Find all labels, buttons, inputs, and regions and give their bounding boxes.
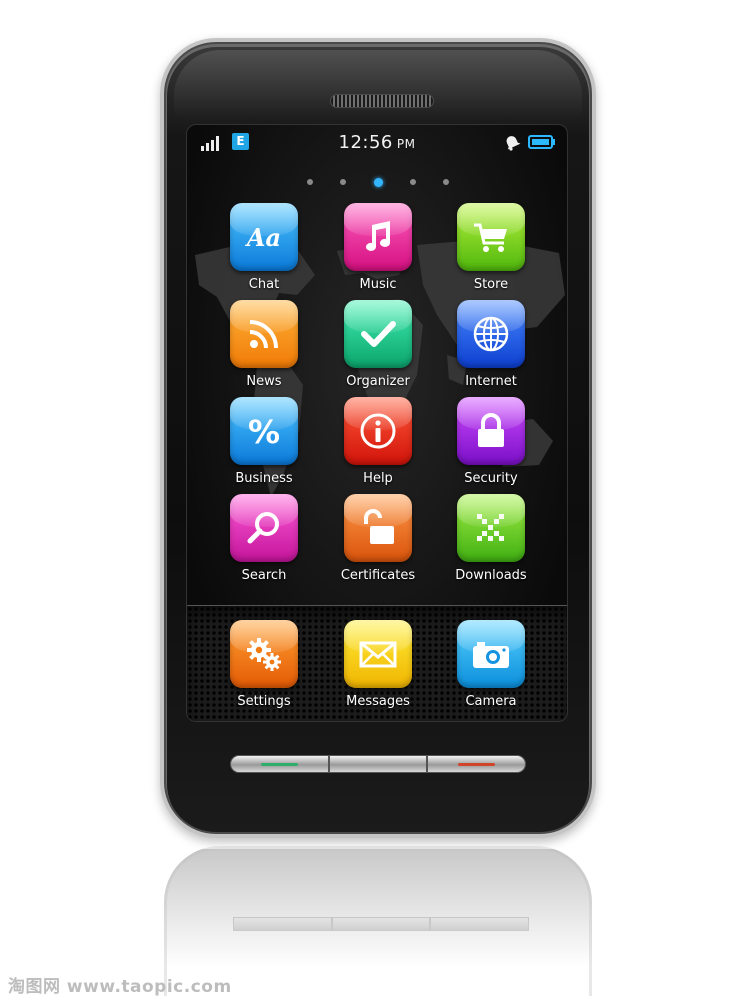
dock: Settings Messages Camera [187,605,567,721]
call-stripe [261,763,298,766]
svg-text:Aa: Aa [245,223,281,252]
music-note-icon [366,221,390,251]
app-label: Business [235,471,293,486]
app-internet[interactable]: Internet [441,300,541,389]
home-screen: E 12:56 PM Aa Chat Music Store News Orga… [186,124,568,722]
info-icon [360,413,396,449]
aa-text-icon: Aa [245,223,281,252]
app-organizer[interactable]: Organizer [328,300,428,389]
page-dot[interactable] [443,179,449,185]
search-app-icon[interactable] [230,494,298,562]
camera-app-icon[interactable] [457,620,525,688]
status-bar: E 12:56 PM [187,125,567,161]
app-business[interactable]: % Business [214,397,314,486]
signal-strength-icon [201,136,219,151]
watermark-text: 淘图网 www.taopic.com [8,977,232,997]
app-help[interactable]: Help [328,397,428,486]
menu-button[interactable] [328,755,428,773]
reflection-buttons [233,917,530,931]
settings-app-icon[interactable] [230,620,298,688]
business-app-icon[interactable]: % [230,397,298,465]
app-news[interactable]: News [214,300,314,389]
messages-app-icon[interactable] [344,620,412,688]
app-search[interactable]: Search [214,494,314,583]
phone-gloss [174,50,582,120]
lock-icon [478,413,504,447]
clock-ampm: PM [396,137,416,151]
certificates-app-icon[interactable] [344,494,412,562]
page-indicator[interactable] [307,177,449,187]
app-label: News [246,374,282,389]
end-stripe [458,763,496,766]
envelope-icon [359,641,397,668]
news-app-icon[interactable] [230,300,298,368]
battery-icon [528,135,555,149]
app-label: Messages [346,694,410,709]
app-label: Camera [465,694,517,709]
status-clock: 12:56 PM [307,132,447,153]
app-label: Music [359,277,397,292]
app-label: Security [464,471,518,486]
app-label: Store [473,277,509,292]
page-dot[interactable] [340,179,347,185]
app-label: Settings [237,694,291,709]
organizer-app-icon[interactable] [344,300,412,368]
unlock-icon [364,509,394,544]
app-label: Downloads [455,568,527,583]
store-app-icon[interactable] [457,203,525,271]
page-dot-active[interactable] [373,177,383,187]
gears-icon [247,638,281,671]
app-label: Organizer [346,374,410,389]
globe-icon [473,316,509,352]
chat-app-icon[interactable]: Aa [230,203,298,271]
internet-app-icon[interactable] [457,300,525,368]
svg-text:%: % [248,413,280,451]
download-pattern-icon [477,514,504,541]
clock-time: 12:56 [338,132,393,153]
bell-icon [506,136,521,151]
rss-feed-icon [249,320,278,349]
app-label: Search [241,568,287,583]
percent-icon: % [248,413,280,451]
dock-app-settings[interactable]: Settings [214,620,314,709]
dock-app-camera[interactable]: Camera [441,620,541,709]
magnifier-icon [247,512,279,544]
app-label: Internet [465,374,517,389]
music-app-icon[interactable] [344,203,412,271]
app-chat[interactable]: Aa Chat [214,203,314,292]
call-button[interactable] [230,755,329,773]
app-label: Help [363,471,393,486]
app-label: Certificates [340,568,416,583]
end-call-button[interactable] [427,755,527,773]
page-dot[interactable] [307,179,313,185]
camera-icon [473,642,509,668]
shopping-cart-icon [474,223,507,252]
app-security[interactable]: Security [441,397,541,486]
app-store[interactable]: Store [441,203,541,292]
page-dot[interactable] [409,179,416,185]
dock-app-messages[interactable]: Messages [328,620,428,709]
network-type-badge: E [232,133,249,150]
app-music[interactable]: Music [328,203,428,292]
earpiece-speaker [330,94,434,108]
app-downloads[interactable]: Downloads [441,494,541,583]
downloads-app-icon[interactable] [457,494,525,562]
app-label: Chat [248,277,280,292]
help-app-icon[interactable] [344,397,412,465]
checkmark-icon [361,321,396,347]
hardware-buttons [230,755,527,773]
app-certificates[interactable]: Certificates [328,494,428,583]
security-app-icon[interactable] [457,397,525,465]
